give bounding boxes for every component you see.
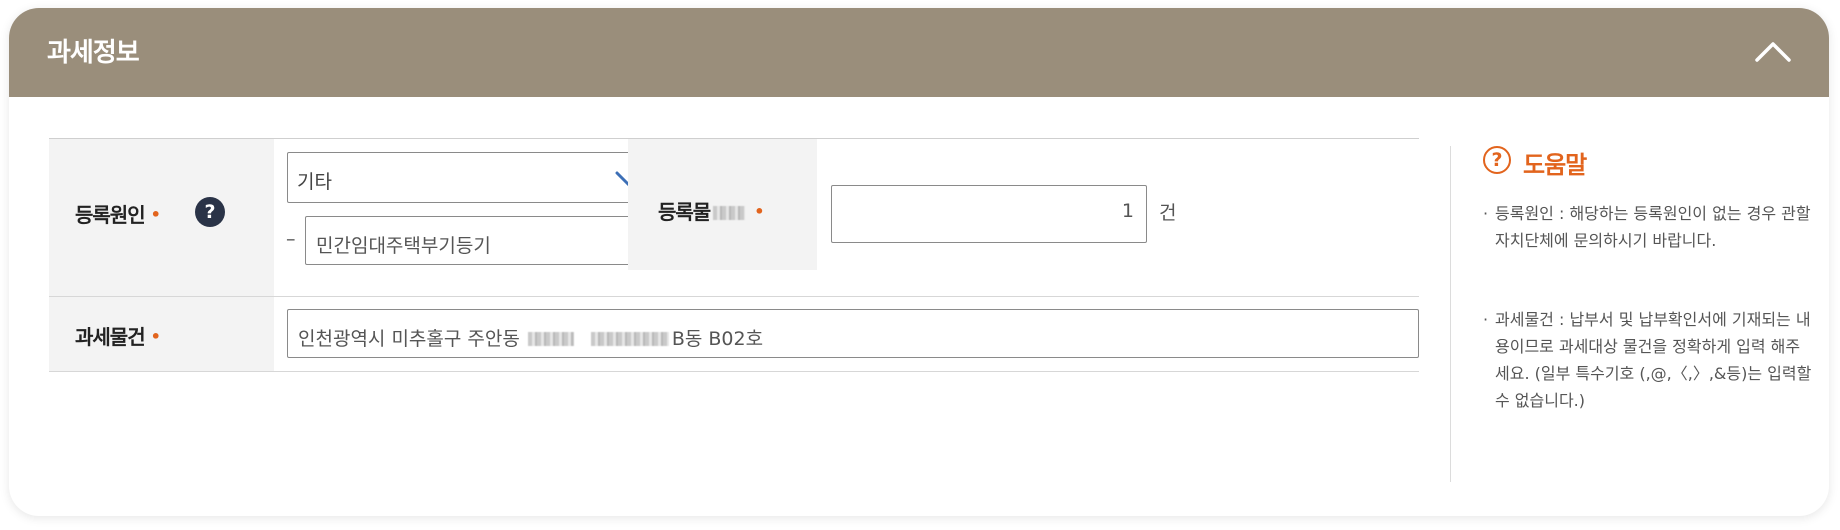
panel-title: 과세정보	[47, 38, 140, 68]
reg-cause-label-cell: 등록원인 • ?	[49, 139, 274, 296]
required-mark: •	[754, 202, 764, 221]
reg-cause-label: 등록원인 •	[75, 203, 161, 227]
masked-text	[713, 206, 746, 220]
detail-dash: –	[286, 228, 296, 250]
tax-object-address-input[interactable]: 인천광역시 미추홀구 주안동 B동 B02호	[287, 309, 1419, 358]
help-item-tax-object: · 과세물건 : 납부서 및 납부확인서에 기재되는 내용이므로 과세대상 물건…	[1483, 310, 1812, 410]
required-mark: •	[150, 327, 161, 346]
reg-cause-detail-input[interactable]: 민간임대주택부기등기	[305, 216, 655, 265]
tax-info-panel: 과세정보 등록원인 • ? 기타 – 민간임대주택부기등기 등록물 • 1 건 …	[9, 8, 1829, 516]
reg-cause-select[interactable]: 기타	[287, 152, 659, 203]
reg-count-unit: 건	[1159, 202, 1177, 224]
reg-cause-select-value: 기타	[297, 171, 332, 193]
tax-object-label: 과세물건 •	[75, 325, 161, 349]
chevron-up-icon	[1755, 42, 1791, 62]
reg-count-label: 등록물 •	[658, 200, 764, 224]
question-circle-icon[interactable]: ?	[195, 197, 225, 227]
help-item-reg-cause: · 등록원인 : 해당하는 등록원인이 없는 경우 관할자치단체에 문의하시기 …	[1483, 204, 1811, 250]
required-mark: •	[150, 205, 161, 224]
collapse-button[interactable]	[1751, 30, 1795, 74]
masked-text	[527, 332, 574, 346]
help-divider	[1450, 146, 1451, 482]
panel-header: 과세정보	[9, 8, 1829, 97]
tax-object-label-cell: 과세물건 •	[49, 297, 274, 371]
masked-text	[590, 332, 669, 346]
help-title: 도움말	[1523, 151, 1587, 179]
reg-count-label-cell: 등록물 •	[628, 139, 817, 270]
row-divider	[49, 371, 1419, 372]
tax-info-form: 등록원인 • ? 기타 – 민간임대주택부기등기 등록물 • 1 건 과세물건 •	[49, 138, 1419, 397]
help-question-icon: ?	[1483, 146, 1511, 174]
reg-count-input[interactable]: 1	[831, 185, 1147, 243]
